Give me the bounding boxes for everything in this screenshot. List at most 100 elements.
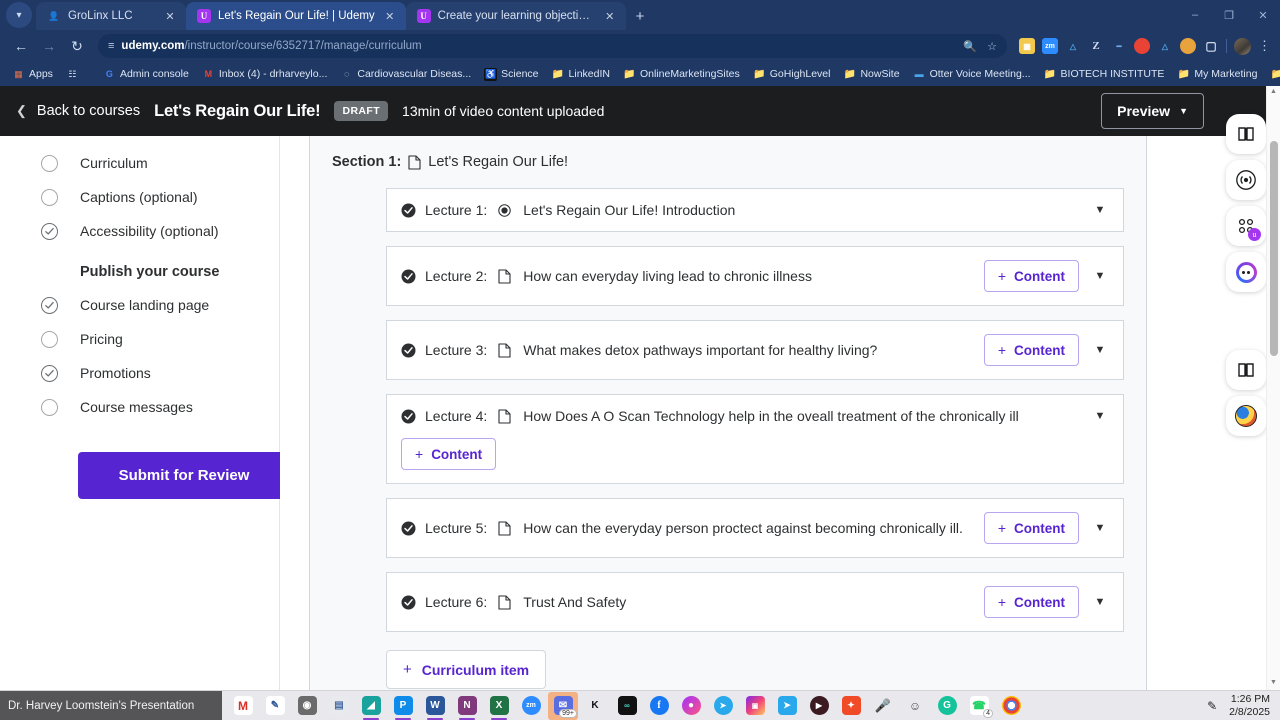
dash-extension-icon[interactable]: ━ bbox=[1111, 38, 1127, 54]
contacts-icon[interactable]: ☺ bbox=[900, 692, 930, 720]
sidebar-item-accessibility[interactable]: Accessibility (optional) bbox=[20, 214, 259, 248]
add-content-button[interactable]: + Content bbox=[983, 512, 1079, 544]
microphone-icon[interactable]: 🎤 bbox=[868, 692, 898, 720]
browser-tab-1[interactable]: 👤 GroLinx LLC ✕ bbox=[36, 2, 186, 30]
bookmark-onlinemarketingsites[interactable]: 📁 OnlineMarketingSites bbox=[618, 66, 745, 83]
presentation-icon[interactable]: ▤ bbox=[324, 692, 354, 720]
lecture-card[interactable]: Lecture 1: Let's Regain Our Life! Introd… bbox=[386, 188, 1124, 232]
site-settings-icon[interactable]: ≡ bbox=[108, 40, 115, 52]
chrome-icon[interactable] bbox=[996, 692, 1026, 720]
kajabi-icon[interactable]: K bbox=[580, 692, 610, 720]
sendblue-icon[interactable]: ➤ bbox=[772, 692, 802, 720]
pdf-editor-icon[interactable]: P bbox=[388, 692, 418, 720]
minimize-button[interactable]: – bbox=[1178, 0, 1212, 30]
bookmark-cardiovascular[interactable]: ◌ Cardiovascular Diseas... bbox=[335, 66, 476, 83]
grammarly-icon[interactable]: G bbox=[932, 692, 962, 720]
back-icon[interactable]: ← bbox=[8, 33, 34, 59]
bookmark-linkedin[interactable]: 📁 LinkedIN bbox=[547, 66, 615, 83]
star-icon[interactable]: ☆ bbox=[987, 40, 997, 53]
add-content-button[interactable]: + Content bbox=[983, 586, 1079, 618]
forward-icon[interactable]: → bbox=[36, 33, 62, 59]
facebook-icon[interactable]: f bbox=[644, 692, 674, 720]
zoom-extension-icon[interactable]: zm bbox=[1042, 38, 1058, 54]
maximize-button[interactable]: ❐ bbox=[1212, 0, 1246, 30]
submit-for-review-button[interactable]: Submit for Review bbox=[78, 452, 290, 499]
chevron-down-icon[interactable]: ▼ bbox=[1093, 344, 1107, 356]
signature-icon[interactable]: ✎ bbox=[260, 692, 290, 720]
otter-ai-icon[interactable] bbox=[1226, 252, 1266, 292]
book-top-icon[interactable] bbox=[1226, 114, 1266, 154]
chevron-down-icon[interactable]: ▼ bbox=[1093, 410, 1107, 422]
globe-extension-icon[interactable] bbox=[1180, 38, 1196, 54]
sidebar-item-curriculum[interactable]: Curriculum bbox=[20, 146, 259, 180]
bookmark-nowsite[interactable]: 📁 NowSite bbox=[838, 66, 904, 83]
sidebar-item-pricing[interactable]: Pricing bbox=[20, 322, 259, 356]
chevron-down-icon[interactable]: ▼ bbox=[1093, 522, 1107, 534]
teal-book-icon[interactable]: ◢ bbox=[356, 692, 386, 720]
scrollbar-thumb[interactable] bbox=[1270, 141, 1278, 356]
address-bar[interactable]: ≡ udemy.com/instructor/course/6352717/ma… bbox=[98, 34, 1007, 58]
zotero-extension-icon[interactable]: Z bbox=[1088, 38, 1104, 54]
puzzle-extension-icon[interactable]: ▢ bbox=[1203, 38, 1219, 54]
sidebar-item-course-landing-page[interactable]: Course landing page bbox=[20, 288, 259, 322]
onenote-icon[interactable]: N bbox=[452, 692, 482, 720]
preview-button[interactable]: Preview ▼ bbox=[1101, 93, 1204, 129]
sidebar-item-captions[interactable]: Captions (optional) bbox=[20, 180, 259, 214]
messenger-icon[interactable]: ● bbox=[676, 692, 706, 720]
lecture-card[interactable]: Lecture 4: How Does A O Scan Technology … bbox=[386, 394, 1124, 484]
browser-tab-3[interactable]: U Create your learning objectives ✕ bbox=[405, 2, 626, 30]
chrome-menu-icon[interactable]: ⋮ bbox=[1258, 38, 1272, 54]
bookmark-my-marketing[interactable]: 📁 My Marketing bbox=[1172, 66, 1262, 83]
add-curriculum-item-button[interactable]: + Curriculum item bbox=[386, 650, 547, 689]
add-content-button[interactable]: + Content bbox=[983, 260, 1079, 292]
lecture-card[interactable]: Lecture 2: How can everyday living lead … bbox=[386, 246, 1124, 306]
new-tab-button[interactable]: + bbox=[626, 8, 655, 30]
broadcast-icon[interactable] bbox=[1226, 160, 1266, 200]
bookmark-admin-console[interactable]: G Admin console bbox=[98, 66, 194, 83]
bookmark-legal-shield[interactable]: 📁 Legal Shield Business... bbox=[1265, 66, 1280, 83]
camera-icon[interactable]: ◉ bbox=[292, 692, 322, 720]
wondershare-icon[interactable]: ✦ bbox=[836, 692, 866, 720]
lecture-card[interactable]: Lecture 6: Trust And Safety + Content ▼ bbox=[386, 572, 1124, 632]
sidebar-item-promotions[interactable]: Promotions bbox=[20, 356, 259, 390]
close-window-button[interactable]: ✕ bbox=[1246, 0, 1280, 30]
drive-extension-icon[interactable]: △ bbox=[1065, 38, 1081, 54]
messages-icon[interactable]: ✉ 99+ bbox=[548, 691, 578, 720]
add-content-button[interactable]: + Content bbox=[401, 438, 497, 470]
chrome-red-extension-icon[interactable] bbox=[1134, 38, 1150, 54]
gmail-icon[interactable]: M bbox=[228, 692, 258, 720]
page-scrollbar[interactable]: ▲ ▼ bbox=[1266, 86, 1280, 690]
back-to-courses-link[interactable]: ❮ Back to courses bbox=[16, 103, 140, 119]
excel-icon[interactable]: X bbox=[484, 692, 514, 720]
reload-icon[interactable]: ↻ bbox=[64, 33, 90, 59]
bookmark-otter[interactable]: ▬ Otter Voice Meeting... bbox=[908, 66, 1036, 83]
drive2-extension-icon[interactable]: △ bbox=[1157, 38, 1173, 54]
bookmark-inbox[interactable]: M Inbox (4) - drharveylo... bbox=[197, 66, 333, 83]
tab-search-icon[interactable]: ▾ bbox=[6, 2, 32, 28]
bookmark-gohighlevel[interactable]: 📁 GoHighLevel bbox=[748, 66, 836, 83]
close-icon[interactable]: ✕ bbox=[602, 10, 618, 23]
browser-tab-2[interactable]: U Let's Regain Our Life! | Udemy ✕ bbox=[186, 2, 406, 30]
book-icon[interactable] bbox=[1226, 350, 1266, 390]
close-icon[interactable]: ✕ bbox=[162, 10, 178, 23]
add-content-button[interactable]: + Content bbox=[983, 334, 1079, 366]
bookmark-apps-squares[interactable]: ☷ bbox=[61, 66, 84, 83]
pen-icon[interactable]: ✎ bbox=[1207, 699, 1217, 713]
search-icon[interactable]: 🔍 bbox=[963, 40, 977, 53]
whatsapp-icon[interactable]: ☎ 4 bbox=[964, 692, 994, 720]
zoom-icon[interactable]: zm bbox=[516, 692, 546, 720]
people-groups-icon[interactable]: u bbox=[1226, 206, 1266, 246]
chevron-down-icon[interactable]: ▼ bbox=[1093, 596, 1107, 608]
word-icon[interactable]: W bbox=[420, 692, 450, 720]
media-player-icon[interactable]: ▶ bbox=[804, 692, 834, 720]
lecture-card[interactable]: Lecture 3: What makes detox pathways imp… bbox=[386, 320, 1124, 380]
lecture-card[interactable]: Lecture 5: How can the everyday person p… bbox=[386, 498, 1124, 558]
telegram-icon[interactable]: ➤ bbox=[708, 692, 738, 720]
bookmark-science[interactable]: ♿ Science bbox=[479, 66, 543, 83]
avatar[interactable] bbox=[1234, 37, 1251, 55]
chevron-down-icon[interactable]: ▼ bbox=[1093, 270, 1107, 282]
bookmark-apps[interactable]: ▦ Apps bbox=[7, 66, 58, 83]
chevron-down-icon[interactable]: ▼ bbox=[1093, 204, 1107, 216]
clock[interactable]: 1:26 PM 2/8/2025 bbox=[1229, 693, 1270, 717]
note-extension-icon[interactable]: ▦ bbox=[1019, 38, 1035, 54]
